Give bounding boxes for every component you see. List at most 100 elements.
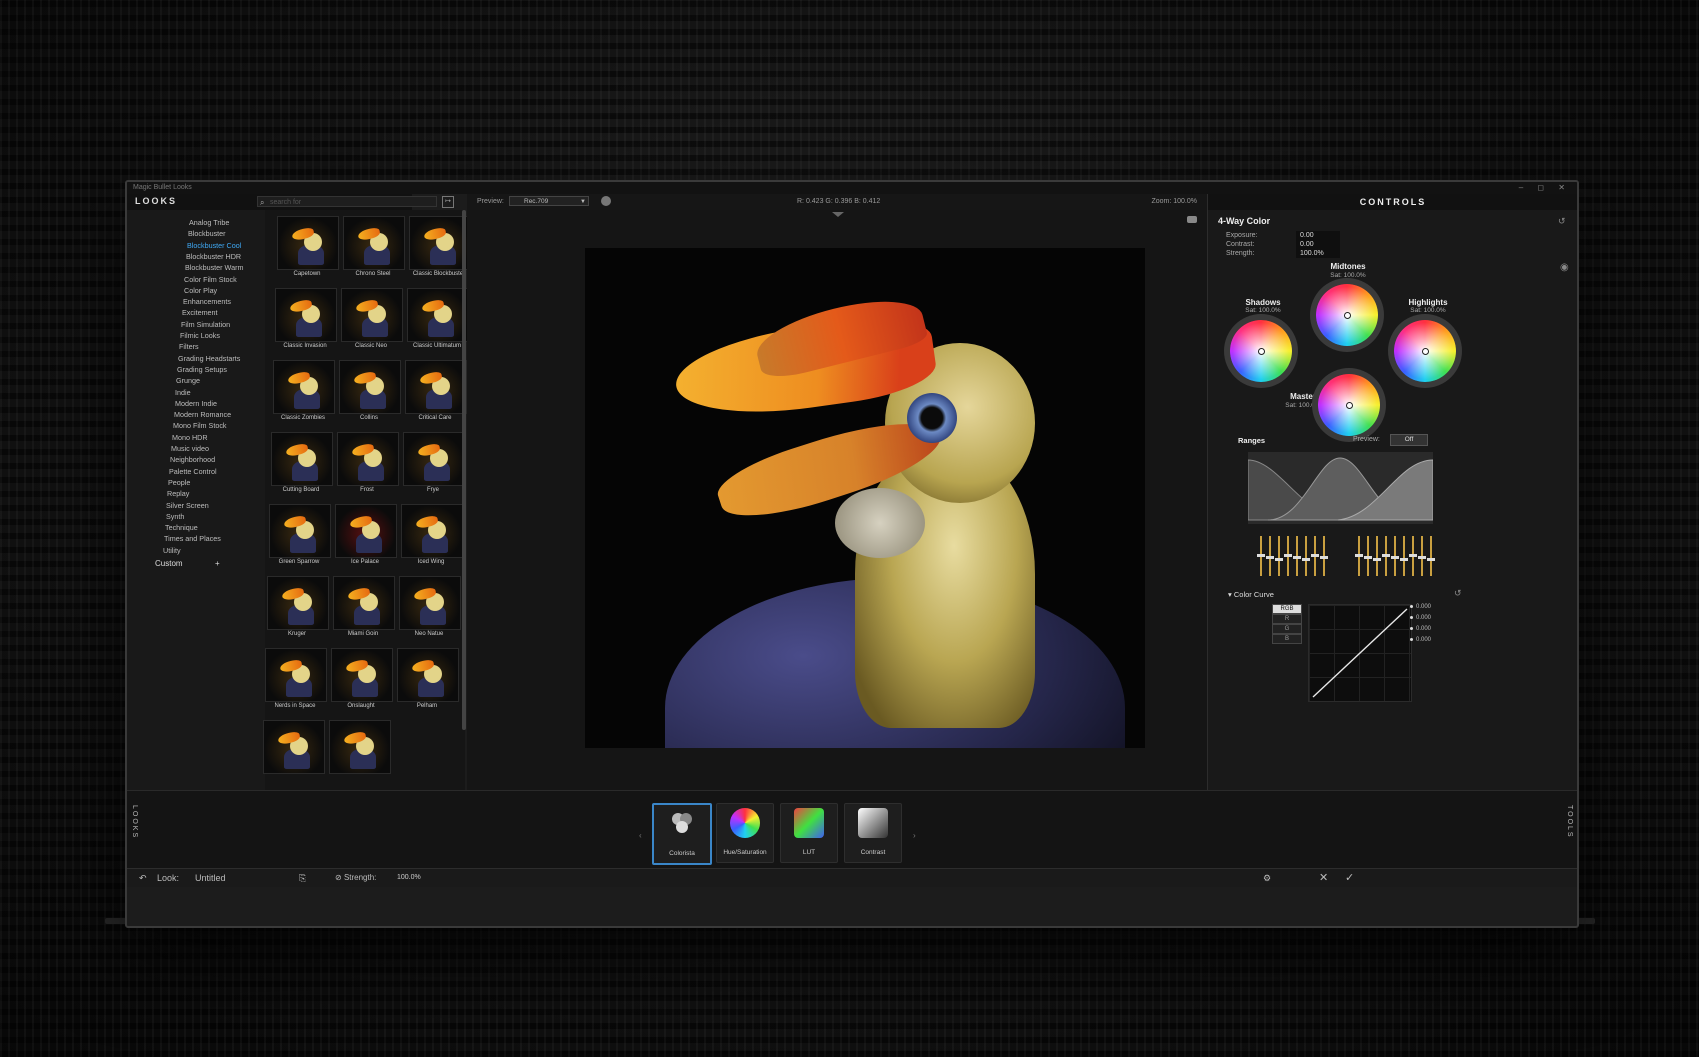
gear-icon[interactable]: ⚙: [1263, 873, 1271, 884]
tool-hue-saturation[interactable]: Hue/Saturation: [716, 803, 774, 863]
slider-handle[interactable]: [1302, 558, 1310, 561]
highlights-wheel[interactable]: [1394, 320, 1456, 382]
camera-icon[interactable]: [1187, 216, 1197, 223]
slider-handle[interactable]: [1275, 558, 1283, 561]
range-slider[interactable]: [1427, 536, 1435, 576]
reset-icon[interactable]: ↺: [1558, 216, 1566, 227]
range-slider[interactable]: [1382, 536, 1390, 576]
channel-rgb[interactable]: RGB: [1272, 604, 1302, 614]
master-handle[interactable]: [1346, 402, 1353, 409]
look-thumbnail[interactable]: [343, 216, 405, 270]
slider-handle[interactable]: [1293, 556, 1301, 559]
ranges-graph[interactable]: [1248, 452, 1433, 524]
range-slider[interactable]: [1293, 536, 1301, 576]
look-thumbnail[interactable]: [265, 648, 327, 702]
look-thumbnail[interactable]: [397, 648, 459, 702]
range-slider[interactable]: [1418, 536, 1426, 576]
range-slider[interactable]: [1311, 536, 1319, 576]
looks-drawer-tab[interactable]: LOOKS: [131, 805, 138, 839]
category-item[interactable]: Modern Romance: [174, 410, 231, 419]
category-item[interactable]: Grading Setups: [177, 365, 227, 374]
category-item[interactable]: People: [168, 478, 190, 487]
range-slider[interactable]: [1355, 536, 1363, 576]
slider-handle[interactable]: [1382, 554, 1390, 557]
search-input[interactable]: ⌕ search for: [257, 196, 437, 207]
look-thumbnail[interactable]: [405, 360, 467, 414]
preview-select[interactable]: Rec.709 ▼: [509, 196, 589, 206]
category-item[interactable]: Grunge: [176, 376, 200, 385]
look-thumbnail[interactable]: [269, 504, 331, 558]
look-thumbnail[interactable]: [407, 288, 469, 342]
category-item[interactable]: Blockbuster Warm: [185, 263, 243, 272]
chevron-right-icon[interactable]: ›: [913, 831, 916, 840]
look-thumbnail[interactable]: [263, 720, 325, 774]
look-thumbnail[interactable]: [267, 576, 329, 630]
slider-handle[interactable]: [1391, 556, 1399, 559]
slider-handle[interactable]: [1257, 554, 1265, 557]
category-item[interactable]: Silver Screen: [166, 501, 209, 510]
curve-reset-icon[interactable]: ↺: [1454, 588, 1462, 599]
range-slider[interactable]: [1391, 536, 1399, 576]
tool-contrast[interactable]: Contrast: [844, 803, 902, 863]
look-name[interactable]: Untitled: [195, 873, 226, 883]
range-slider[interactable]: [1266, 536, 1274, 576]
category-item[interactable]: Excitement: [182, 308, 218, 317]
category-item[interactable]: Filmic Looks: [180, 331, 220, 340]
slider-handle[interactable]: [1320, 556, 1328, 559]
look-thumbnail[interactable]: [399, 576, 461, 630]
range-slider[interactable]: [1257, 536, 1265, 576]
channel-b[interactable]: B: [1272, 634, 1302, 644]
look-thumbnail[interactable]: [329, 720, 391, 774]
tool-lut[interactable]: LUT: [780, 803, 838, 863]
category-item[interactable]: Mono Film Stock: [173, 421, 227, 430]
category-item[interactable]: Times and Places: [164, 534, 221, 543]
image-viewer[interactable]: [467, 210, 1207, 790]
range-slider[interactable]: [1400, 536, 1408, 576]
look-thumbnail[interactable]: [403, 432, 465, 486]
add-custom-button[interactable]: +: [215, 559, 220, 568]
caret-down-icon[interactable]: [832, 212, 844, 217]
category-item[interactable]: Color Play: [184, 286, 217, 295]
range-slider[interactable]: [1275, 536, 1283, 576]
color-curve-graph[interactable]: [1308, 604, 1412, 702]
tool-colorista[interactable]: Colorista: [652, 803, 712, 865]
look-thumbnail[interactable]: [273, 360, 335, 414]
category-item[interactable]: Grading Headstarts: [178, 354, 240, 363]
save-look-icon[interactable]: ⎘: [299, 873, 306, 884]
zoom-level[interactable]: Zoom: 100.0%: [1151, 198, 1197, 205]
undo-icon[interactable]: ↶: [139, 873, 147, 884]
slider-handle[interactable]: [1400, 558, 1408, 561]
category-item[interactable]: Blockbuster: [188, 229, 226, 238]
look-thumbnail[interactable]: [341, 288, 403, 342]
channel-r[interactable]: R: [1272, 614, 1302, 624]
thumbnail-scrollbar[interactable]: [462, 210, 466, 730]
category-item[interactable]: Neighborhood: [170, 455, 215, 464]
slider-handle[interactable]: [1364, 556, 1372, 559]
category-item[interactable]: Palette Control: [169, 467, 217, 476]
category-item[interactable]: Filters: [179, 342, 199, 351]
category-item[interactable]: Synth: [166, 512, 184, 521]
slider-handle[interactable]: [1284, 554, 1292, 557]
person-icon[interactable]: [601, 196, 611, 206]
cancel-button[interactable]: ✕: [1319, 871, 1328, 884]
chevron-left-icon[interactable]: ‹: [639, 831, 642, 840]
contrast-field[interactable]: 0.00: [1296, 240, 1340, 249]
range-slider[interactable]: [1302, 536, 1310, 576]
category-item[interactable]: Film Simulation: [181, 320, 230, 329]
look-thumbnail[interactable]: [271, 432, 333, 486]
look-thumbnail[interactable]: [337, 432, 399, 486]
range-slider[interactable]: [1373, 536, 1381, 576]
shadows-wheel[interactable]: [1230, 320, 1292, 382]
master-wheel[interactable]: [1318, 374, 1380, 436]
category-item[interactable]: Technique: [165, 523, 198, 532]
shadows-handle[interactable]: [1258, 348, 1265, 355]
range-slider[interactable]: [1409, 536, 1417, 576]
look-thumbnail[interactable]: [275, 288, 337, 342]
category-item[interactable]: Color Film Stock: [184, 275, 237, 284]
range-slider[interactable]: [1320, 536, 1328, 576]
status-strength-value[interactable]: 100.0%: [397, 873, 421, 883]
category-item[interactable]: Enhancements: [183, 297, 231, 306]
slider-handle[interactable]: [1427, 558, 1435, 561]
exposure-field[interactable]: 0.00: [1296, 231, 1340, 240]
slider-handle[interactable]: [1266, 556, 1274, 559]
